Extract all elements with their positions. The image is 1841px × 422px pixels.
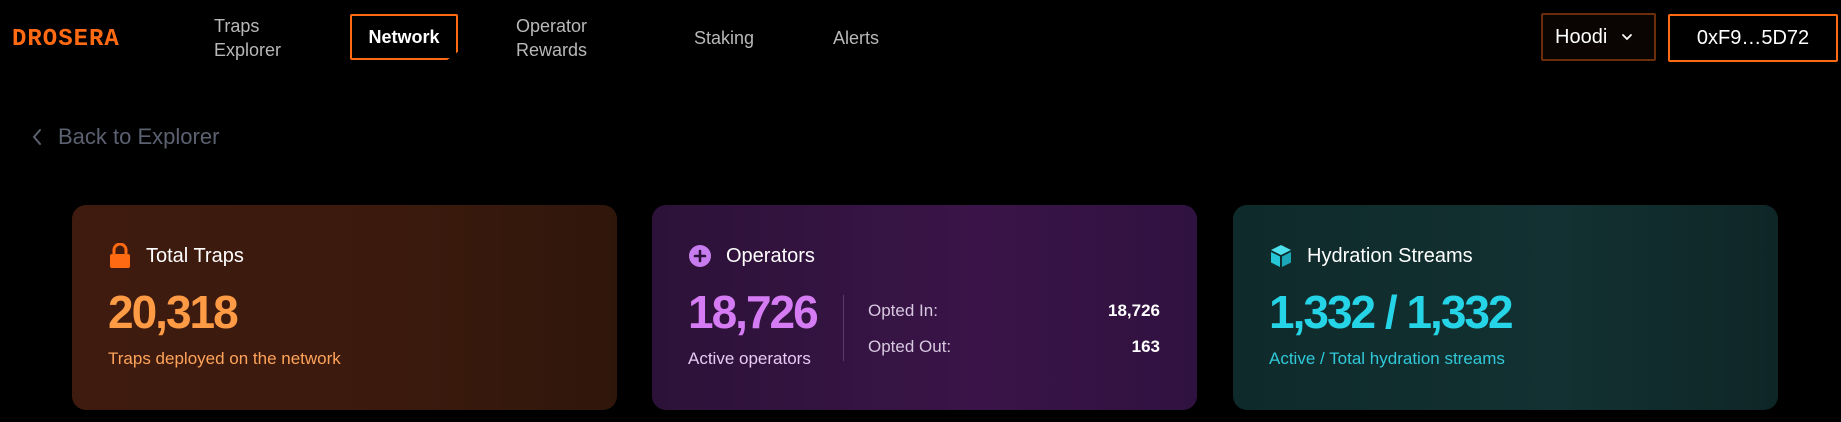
back-link-label: Back to Explorer [58, 124, 220, 149]
opted-out-label: Opted Out: [868, 337, 952, 356]
wallet-address: 0xF9…5D72 [1696, 26, 1810, 49]
operators-card: Operators 18,726 Active operators Opted … [652, 205, 1197, 410]
operators-header: Operators [688, 243, 815, 269]
back-to-explorer-link[interactable]: Back to Explorer [30, 124, 219, 150]
lock-icon [110, 243, 130, 268]
operators-title: Operators [726, 244, 815, 267]
nav-network[interactable]: Network [350, 14, 458, 60]
hydration-streams-header: Hydration Streams [1269, 243, 1473, 269]
logo-wordmark: DROSERA [12, 26, 120, 48]
nav-staking-label: Staking [694, 28, 755, 48]
nav-network-label: Network [368, 27, 440, 47]
nav-traps-explorer-line1: Traps [214, 16, 260, 36]
total-traps-header: Total Traps [108, 243, 244, 269]
opted-in-label: Opted In: [868, 301, 938, 320]
hydration-streams-value: 1,332 / 1,332 [1269, 286, 1514, 338]
opted-out-value: 163 [1131, 337, 1160, 356]
drosera-logo[interactable]: DROSERA [12, 26, 158, 48]
nav-staking[interactable]: Staking [694, 26, 754, 50]
chevron-left-icon [32, 129, 41, 145]
hydration-streams-title: Hydration Streams [1307, 244, 1473, 267]
operators-subtitle: Active operators [688, 349, 811, 368]
total-traps-value: 20,318 [108, 286, 239, 338]
nav-operator-rewards[interactable]: Operator Rewards [516, 14, 587, 62]
operators-value: 18,726 [688, 286, 819, 338]
nav-traps-explorer[interactable]: Traps Explorer [214, 14, 281, 62]
chain-selector[interactable]: Hoodi [1541, 13, 1656, 61]
hydration-streams-subtitle: Active / Total hydration streams [1269, 349, 1505, 368]
operators-divider [843, 295, 844, 361]
opted-out-row: Opted Out: 163 [868, 337, 1160, 357]
hydration-streams-card: Hydration Streams 1,332 / 1,332 Active /… [1233, 205, 1778, 410]
nav-operator-rewards-line2: Rewards [516, 40, 588, 60]
opted-in-row: Opted In: 18,726 [868, 301, 1160, 321]
plus-circle-icon [689, 245, 711, 267]
opted-in-value: 18,726 [1108, 301, 1160, 320]
total-traps-title: Total Traps [146, 244, 244, 267]
chain-selector-label: Hoodi [1555, 25, 1608, 48]
total-traps-subtitle: Traps deployed on the network [108, 349, 341, 368]
total-traps-card: Total Traps 20,318 Traps deployed on the… [72, 205, 617, 410]
wallet-button[interactable]: 0xF9…5D72 [1668, 14, 1838, 62]
chevron-down-icon [1622, 34, 1633, 41]
nav-alerts[interactable]: Alerts [833, 26, 879, 50]
nav-alerts-label: Alerts [833, 28, 880, 48]
cube-icon [1271, 245, 1291, 267]
nav-operator-rewards-line1: Operator [516, 16, 588, 36]
nav-traps-explorer-line2: Explorer [214, 40, 282, 60]
